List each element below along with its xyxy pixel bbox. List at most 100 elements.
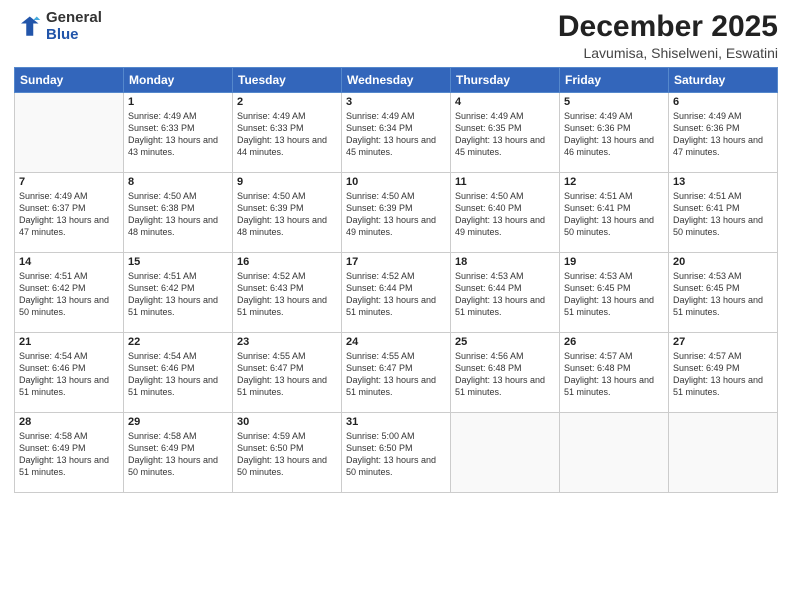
day-number: 15 — [128, 256, 228, 268]
day-number: 2 — [237, 96, 337, 108]
day-info: Sunrise: 4:49 AM Sunset: 6:33 PM Dayligh… — [237, 110, 337, 159]
day-number: 13 — [673, 176, 773, 188]
day-info: Sunrise: 4:49 AM Sunset: 6:36 PM Dayligh… — [673, 110, 773, 159]
calendar-cell: 5Sunrise: 4:49 AM Sunset: 6:36 PM Daylig… — [560, 93, 669, 173]
day-number: 3 — [346, 96, 446, 108]
day-info: Sunrise: 4:51 AM Sunset: 6:42 PM Dayligh… — [19, 270, 119, 319]
calendar-cell: 14 Sunrise: 4:51 AM Sunset: 6:42 PM Dayli… — [15, 253, 124, 333]
day-info: Sunrise: 5:00 AM Sunset: 6:50 PM Dayligh… — [346, 430, 446, 479]
calendar-cell: 13Sunrise: 4:51 AM Sunset: 6:41 PM Dayli… — [669, 173, 778, 253]
calendar-cell: 29 Sunrise: 4:58 AM Sunset: 6:49 PM Dayli… — [124, 413, 233, 493]
logo-text: General Blue — [46, 10, 102, 43]
day-number: 6 — [673, 96, 773, 108]
calendar-cell: 27 Sunrise: 4:57 AM Sunset: 6:49 PM Dayli… — [669, 333, 778, 413]
day-info: Sunrise: 4:50 AM Sunset: 6:40 PM Dayligh… — [455, 190, 555, 239]
day-number: 30 — [237, 416, 337, 428]
calendar-cell: 25Sunrise: 4:56 AM Sunset: 6:48 PM Dayli… — [451, 333, 560, 413]
calendar-cell: 15 Sunrise: 4:51 AM Sunset: 6:42 PM Dayli… — [124, 253, 233, 333]
day-info: Sunrise: 4:57 AM Sunset: 6:49 PM Dayligh… — [673, 350, 773, 399]
day-number: 26 — [564, 336, 664, 348]
calendar-cell: 26 Sunrise: 4:57 AM Sunset: 6:48 PM Dayli… — [560, 333, 669, 413]
day-number: 11 — [455, 176, 555, 188]
day-number: 1 — [128, 96, 228, 108]
page: General Blue December 2025 Lavumisa, Shi… — [0, 0, 792, 612]
calendar-cell: 30 Sunrise: 4:59 AM Sunset: 6:50 PM Dayli… — [233, 413, 342, 493]
day-number: 18 — [455, 256, 555, 268]
calendar-cell: 11 Sunrise: 4:50 AM Sunset: 6:40 PM Dayli… — [451, 173, 560, 253]
day-info: Sunrise: 4:49 AM Sunset: 6:37 PM Dayligh… — [19, 190, 119, 239]
day-info: Sunrise: 4:57 AM Sunset: 6:48 PM Dayligh… — [564, 350, 664, 399]
day-number: 20 — [673, 256, 773, 268]
day-number: 8 — [128, 176, 228, 188]
day-number: 21 — [19, 336, 119, 348]
weekday-header: Monday — [124, 68, 233, 93]
day-number: 29 — [128, 416, 228, 428]
day-info: Sunrise: 4:50 AM Sunset: 6:39 PM Dayligh… — [237, 190, 337, 239]
day-number: 28 — [19, 416, 119, 428]
day-number: 7 — [19, 176, 119, 188]
day-number: 31 — [346, 416, 446, 428]
day-info: Sunrise: 4:58 AM Sunset: 6:49 PM Dayligh… — [128, 430, 228, 479]
day-info: Sunrise: 4:49 AM Sunset: 6:33 PM Dayligh… — [128, 110, 228, 159]
weekday-header: Tuesday — [233, 68, 342, 93]
calendar-cell: 3 Sunrise: 4:49 AM Sunset: 6:34 PM Daylig… — [342, 93, 451, 173]
day-info: Sunrise: 4:52 AM Sunset: 6:44 PM Dayligh… — [346, 270, 446, 319]
calendar-cell — [451, 413, 560, 493]
day-number: 25 — [455, 336, 555, 348]
day-info: Sunrise: 4:49 AM Sunset: 6:35 PM Dayligh… — [455, 110, 555, 159]
calendar-cell: 7 Sunrise: 4:49 AM Sunset: 6:37 PM Daylig… — [15, 173, 124, 253]
day-info: Sunrise: 4:53 AM Sunset: 6:44 PM Dayligh… — [455, 270, 555, 319]
day-number: 22 — [128, 336, 228, 348]
day-number: 17 — [346, 256, 446, 268]
weekday-header: Friday — [560, 68, 669, 93]
calendar-week-row: 21 Sunrise: 4:54 AM Sunset: 6:46 PM Dayli… — [15, 333, 778, 413]
weekday-header: Saturday — [669, 68, 778, 93]
day-info: Sunrise: 4:49 AM Sunset: 6:34 PM Dayligh… — [346, 110, 446, 159]
logo-blue: Blue — [46, 27, 102, 44]
day-info: Sunrise: 4:55 AM Sunset: 6:47 PM Dayligh… — [237, 350, 337, 399]
calendar-cell: 8 Sunrise: 4:50 AM Sunset: 6:38 PM Daylig… — [124, 173, 233, 253]
calendar-cell: 10Sunrise: 4:50 AM Sunset: 6:39 PM Dayli… — [342, 173, 451, 253]
logo-icon — [14, 13, 42, 41]
day-info: Sunrise: 4:50 AM Sunset: 6:38 PM Dayligh… — [128, 190, 228, 239]
calendar-cell: 12 Sunrise: 4:51 AM Sunset: 6:41 PM Dayli… — [560, 173, 669, 253]
day-number: 23 — [237, 336, 337, 348]
day-info: Sunrise: 4:58 AM Sunset: 6:49 PM Dayligh… — [19, 430, 119, 479]
day-number: 10 — [346, 176, 446, 188]
calendar-cell: 28 Sunrise: 4:58 AM Sunset: 6:49 PM Dayli… — [15, 413, 124, 493]
calendar-cell: 20 Sunrise: 4:53 AM Sunset: 6:45 PM Dayli… — [669, 253, 778, 333]
calendar-week-row: 1 Sunrise: 4:49 AM Sunset: 6:33 PM Daylig… — [15, 93, 778, 173]
day-info: Sunrise: 4:54 AM Sunset: 6:46 PM Dayligh… — [19, 350, 119, 399]
calendar-cell: 9Sunrise: 4:50 AM Sunset: 6:39 PM Daylig… — [233, 173, 342, 253]
calendar-week-row: 7 Sunrise: 4:49 AM Sunset: 6:37 PM Daylig… — [15, 173, 778, 253]
calendar-week-row: 14 Sunrise: 4:51 AM Sunset: 6:42 PM Dayli… — [15, 253, 778, 333]
day-info: Sunrise: 4:51 AM Sunset: 6:42 PM Dayligh… — [128, 270, 228, 319]
day-number: 19 — [564, 256, 664, 268]
day-number: 4 — [455, 96, 555, 108]
calendar-cell: 18 Sunrise: 4:53 AM Sunset: 6:44 PM Dayli… — [451, 253, 560, 333]
calendar-cell: 22 Sunrise: 4:54 AM Sunset: 6:46 PM Dayli… — [124, 333, 233, 413]
day-info: Sunrise: 4:52 AM Sunset: 6:43 PM Dayligh… — [237, 270, 337, 319]
day-info: Sunrise: 4:59 AM Sunset: 6:50 PM Dayligh… — [237, 430, 337, 479]
logo-general: General — [46, 10, 102, 27]
day-info: Sunrise: 4:55 AM Sunset: 6:47 PM Dayligh… — [346, 350, 446, 399]
day-number: 12 — [564, 176, 664, 188]
weekday-header: Thursday — [451, 68, 560, 93]
day-info: Sunrise: 4:53 AM Sunset: 6:45 PM Dayligh… — [673, 270, 773, 319]
calendar-cell: 17 Sunrise: 4:52 AM Sunset: 6:44 PM Dayli… — [342, 253, 451, 333]
calendar-cell: 24 Sunrise: 4:55 AM Sunset: 6:47 PM Dayli… — [342, 333, 451, 413]
day-number: 5 — [564, 96, 664, 108]
calendar-cell: 2 Sunrise: 4:49 AM Sunset: 6:33 PM Daylig… — [233, 93, 342, 173]
weekday-header: Sunday — [15, 68, 124, 93]
day-info: Sunrise: 4:54 AM Sunset: 6:46 PM Dayligh… — [128, 350, 228, 399]
title-block: December 2025 Lavumisa, Shiselweni, Eswa… — [558, 10, 778, 61]
day-info: Sunrise: 4:53 AM Sunset: 6:45 PM Dayligh… — [564, 270, 664, 319]
calendar-cell: 6 Sunrise: 4:49 AM Sunset: 6:36 PM Daylig… — [669, 93, 778, 173]
day-info: Sunrise: 4:51 AM Sunset: 6:41 PM Dayligh… — [564, 190, 664, 239]
day-number: 27 — [673, 336, 773, 348]
calendar-cell: 4 Sunrise: 4:49 AM Sunset: 6:35 PM Daylig… — [451, 93, 560, 173]
calendar-cell: 31 Sunrise: 5:00 AM Sunset: 6:50 PM Dayli… — [342, 413, 451, 493]
day-number: 14 — [19, 256, 119, 268]
location: Lavumisa, Shiselweni, Eswatini — [558, 45, 778, 61]
day-number: 24 — [346, 336, 446, 348]
